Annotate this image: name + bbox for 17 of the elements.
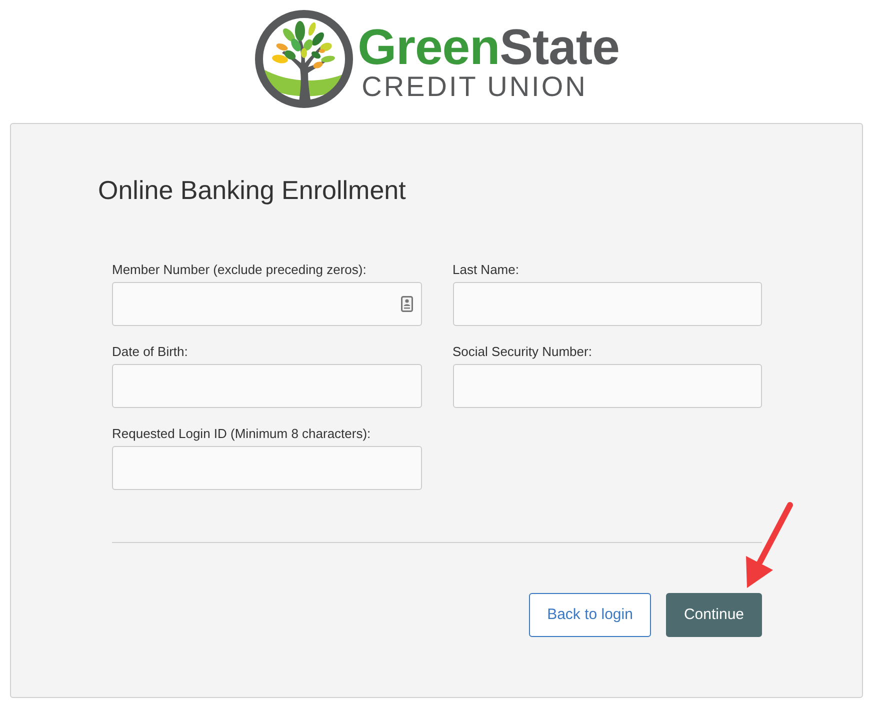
- input-field[interactable]: [112, 282, 422, 326]
- field-label: Date of Birth:: [112, 344, 188, 360]
- field-label: Requested Login ID (Minimum 8 characters):: [112, 426, 371, 442]
- logo-tagline: CREDIT UNION: [360, 73, 588, 101]
- input-field[interactable]: [112, 446, 422, 490]
- back-button[interactable]: Back to login: [529, 593, 651, 637]
- field-label: Social Security Number:: [452, 344, 592, 360]
- field-label: Member Number (exclude preceding zeros):: [112, 262, 366, 278]
- input-field[interactable]: [452, 364, 762, 408]
- logo-wordmark: GreenState: [358, 21, 620, 73]
- continue-button[interactable]: Continue: [666, 593, 762, 637]
- field-label: Last Name:: [452, 262, 519, 278]
- contact-card-icon[interactable]: [400, 296, 412, 312]
- input-field[interactable]: [112, 364, 422, 408]
- page-title: Online Banking Enrollment: [98, 175, 406, 205]
- input-field[interactable]: [452, 282, 762, 326]
- tree-logo-icon: [254, 9, 354, 109]
